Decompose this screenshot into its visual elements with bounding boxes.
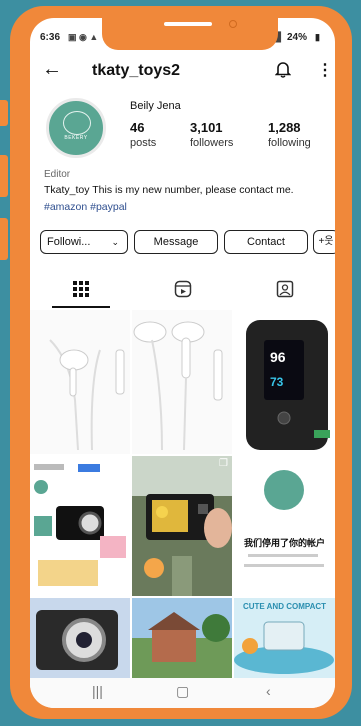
profile-hashtags[interactable]: #amazon #paypal [44,201,127,213]
profile-header: ← tkaty_toys2 ⋮ [30,54,335,90]
grid-tab-icon[interactable] [30,274,131,308]
battery-icon: ▮ [315,32,320,42]
post-earphones-2[interactable] [132,310,232,454]
stat-following-count: 1,288 [268,120,301,135]
post-promo-text: CUTE AND COMPACT [242,602,327,611]
system-nav-bar: ||| ▢ ‹ [30,678,335,708]
stat-followers[interactable]: 3,101 followers [190,120,233,149]
back-icon[interactable]: ‹ [266,683,271,699]
profile-username: tkaty_toys2 [92,62,181,79]
stat-followers-label: followers [190,137,234,149]
profile-display-name: Beily Jena [130,100,181,112]
stat-posts-label: posts [130,137,157,149]
more-options-icon[interactable]: ⋮ [317,60,333,80]
add-person-icon[interactable]: +웃 [313,230,335,254]
following-button-label: Followi... [47,236,91,248]
reels-tab-icon[interactable] [132,274,233,308]
active-tab-indicator [52,306,110,308]
avatar[interactable]: BEKERY [46,98,106,158]
stat-followers-count: 3,101 [190,120,223,135]
profile-bio: Tkaty_toy This is my new number, please … [44,184,294,196]
bell-icon[interactable] [274,60,292,83]
avatar-logo-text: BEKERY [64,135,88,141]
tagged-tab-icon[interactable] [234,274,335,308]
post-pulse-oximeter[interactable]: 96 73 [234,310,335,454]
profile-tabs [30,274,335,308]
avatar-logo-icon [63,111,91,135]
multi-image-icon: ❐ [219,458,228,469]
profile-category: Editor [44,169,71,180]
posts-grid: 96 73 ❐ 我们停用了你的帐户 CUTE AND COMPACT [30,310,335,678]
side-button-2 [0,155,8,197]
recent-apps-icon[interactable]: ||| [92,683,103,699]
following-button[interactable]: Followi... ⌄ [40,230,128,254]
stat-posts-count: 46 [130,120,145,135]
phone-screen: 6:36 ▣ ◉ ▲ ◔ ▟ 24% ▮ ← tkaty_toys2 ⋮ BEK… [30,18,335,708]
side-button-3 [0,218,8,260]
svg-text:73: 73 [270,375,284,389]
stat-posts[interactable]: 46 posts [130,120,156,149]
post-house-scene[interactable] [132,598,232,678]
post-account-disabled-text: 我们停用了你的帐户 [243,538,325,548]
contact-button[interactable]: Contact [224,230,308,254]
placeholder-line [248,554,318,557]
message-button[interactable]: Message [134,230,218,254]
phone-notch [102,10,278,50]
stat-following-label: following [268,137,311,149]
camera-dot [229,20,237,28]
speaker-grille [164,22,212,26]
post-hand-camera[interactable]: ❐ [132,456,232,596]
side-button-1 [0,100,8,126]
svg-text:96: 96 [270,349,286,365]
back-arrow-icon[interactable]: ← [42,58,62,81]
stat-following[interactable]: 1,288 following [268,120,311,149]
chevron-down-icon: ⌄ [111,237,119,247]
home-icon[interactable]: ▢ [176,683,189,700]
post-account-disabled[interactable]: 我们停用了你的帐户 [234,456,335,596]
post-earphones-1[interactable] [30,310,130,454]
post-camera-front[interactable] [30,598,130,678]
post-camera-collage[interactable] [30,456,130,596]
status-time: 6:36 [40,32,61,43]
post-cute-compact[interactable]: CUTE AND COMPACT [234,598,335,678]
status-battery: 24% [287,32,308,43]
placeholder-line [244,564,324,567]
brand-logo-icon [264,470,304,510]
notification-icons: ▣ ◉ ▲ [68,32,99,42]
